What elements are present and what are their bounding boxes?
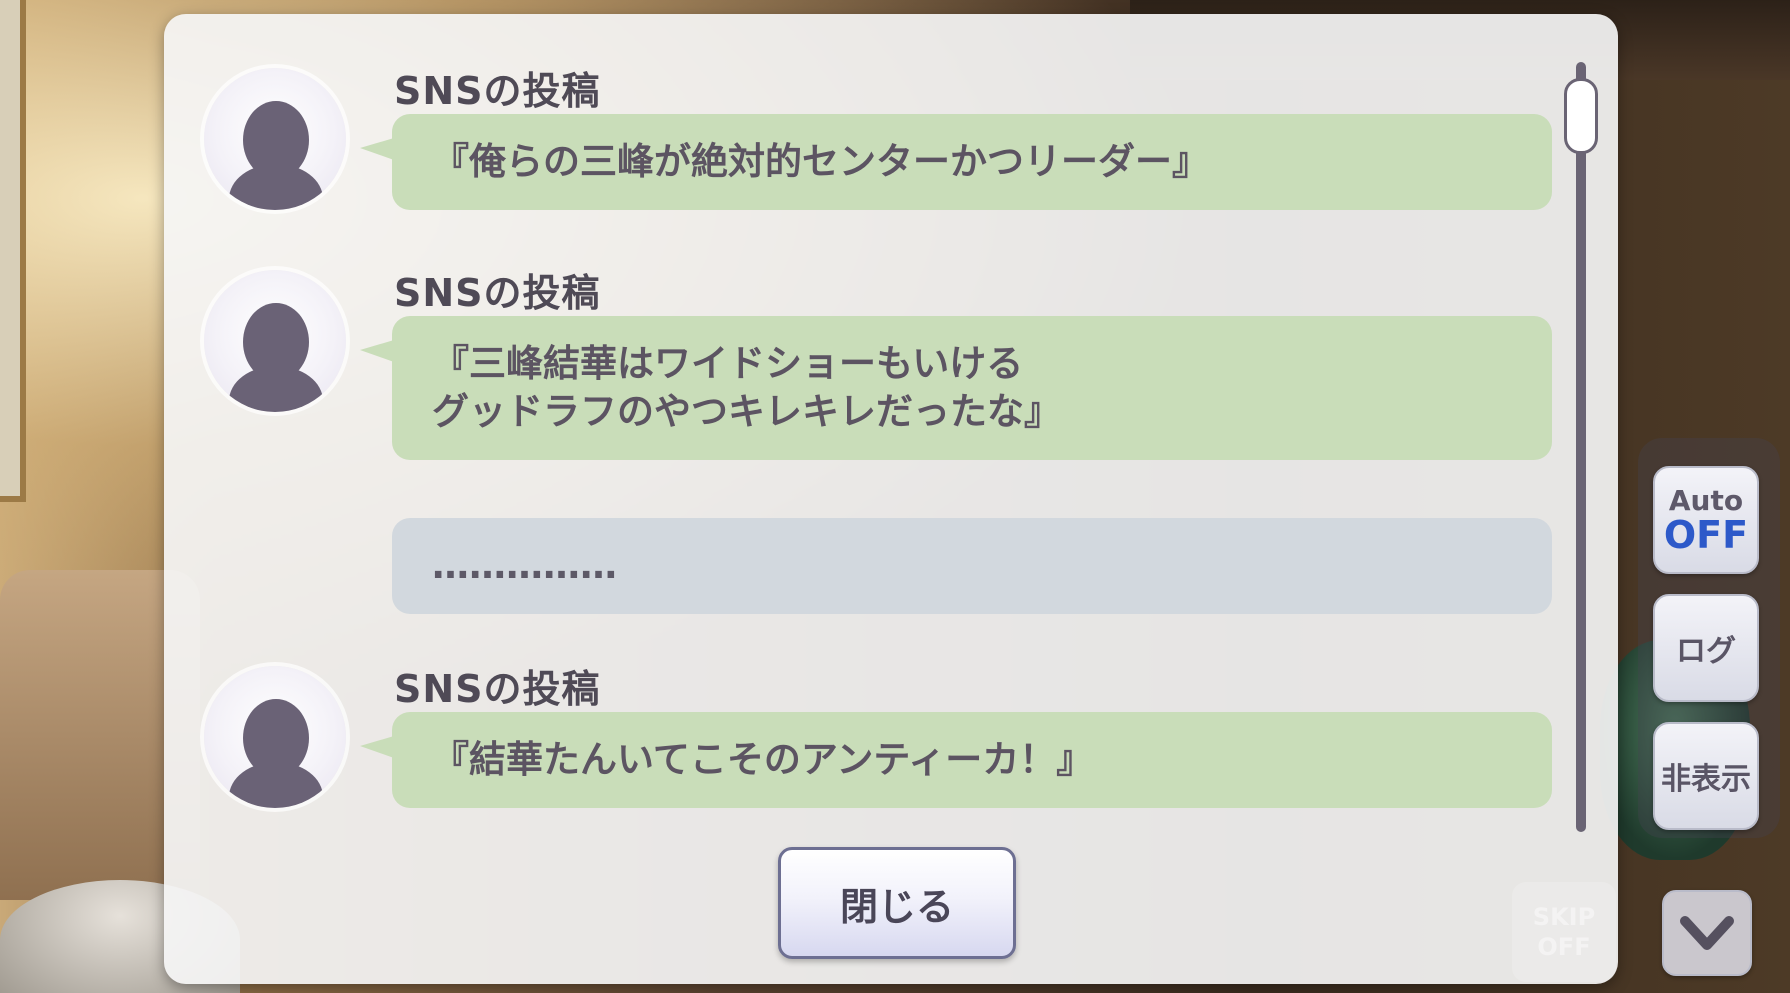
avatar-silhouette-icon xyxy=(204,270,346,412)
auto-state: OFF xyxy=(1663,513,1749,557)
speaker-name: SNSの投稿 xyxy=(394,69,601,113)
bubble-tail xyxy=(360,736,394,758)
speaker-name: SNSの投稿 xyxy=(394,271,601,315)
log-button[interactable]: ログ xyxy=(1653,594,1759,702)
sns-log-dialog: SNSの投稿 『俺らの三峰が絶対的センターかつリーダー』 SNSの投稿 『三峰結… xyxy=(164,14,1618,984)
wall-picture-frame xyxy=(0,0,26,502)
hide-label: 非表示 xyxy=(1661,762,1751,797)
skip-badge-state: OFF xyxy=(1537,933,1591,961)
message-bubble: 『俺らの三峰が絶対的センターかつリーダー』 xyxy=(360,114,1552,210)
avatar-silhouette-icon xyxy=(204,666,346,808)
log-label: ログ xyxy=(1676,634,1736,669)
message-text: …………… xyxy=(432,544,617,587)
auto-title: Auto xyxy=(1668,484,1744,517)
speaker-name: SNSの投稿 xyxy=(394,667,601,711)
chevron-down-icon xyxy=(1680,916,1734,950)
close-button[interactable]: 閉じる xyxy=(778,847,1016,959)
hide-button[interactable]: 非表示 xyxy=(1653,722,1759,830)
message-text: 『俺らの三峰が絶対的センターかつリーダー』 xyxy=(432,140,1209,183)
avatar-silhouette-icon xyxy=(204,68,346,210)
skip-badge-title: SKIP xyxy=(1532,903,1596,931)
message-bubble: 『結華たんいてこそのアンティーカ！』 xyxy=(360,712,1552,808)
scroll-thumb[interactable] xyxy=(1564,78,1598,154)
auto-toggle-button[interactable]: Auto OFF xyxy=(1653,466,1759,574)
down-button[interactable] xyxy=(1662,890,1752,976)
skip-badge: SKIP OFF xyxy=(1512,882,1616,982)
message-bubble: …………… xyxy=(392,518,1552,614)
bubble-tail xyxy=(360,340,394,362)
message-bubble: 『三峰結華はワイドショーもいける グッドラフのやつキレキレだったな』 xyxy=(360,316,1552,460)
scrollbar[interactable] xyxy=(1564,62,1598,832)
bubble-tail xyxy=(360,138,394,160)
message-text: 『結華たんいてこそのアンティーカ！』 xyxy=(432,738,1094,781)
message-text: 『三峰結華はワイドショーもいける グッドラフのやつキレキレだったな』 xyxy=(432,342,1061,433)
